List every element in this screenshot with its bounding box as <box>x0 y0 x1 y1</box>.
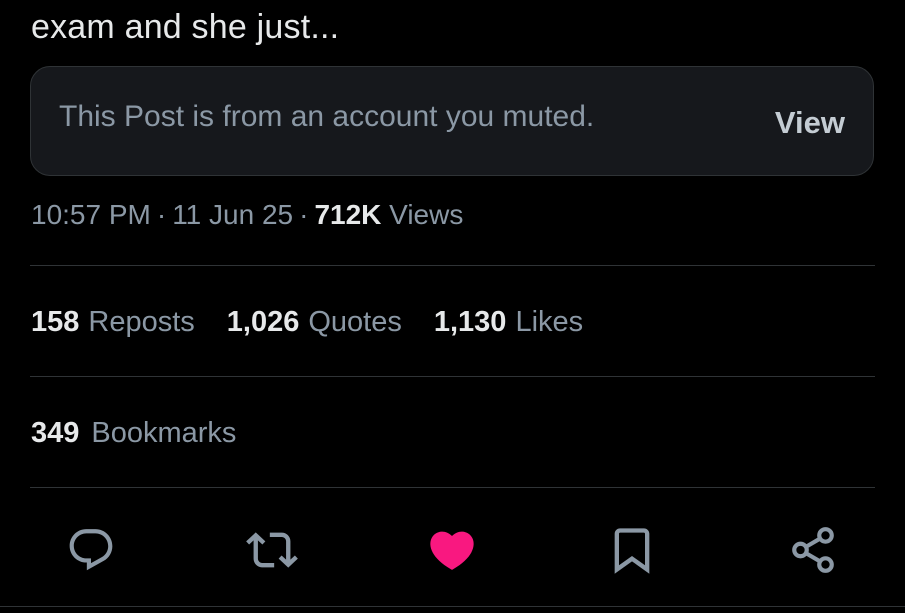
reply-button[interactable] <box>61 520 121 580</box>
quotes-label: Quotes <box>308 306 402 338</box>
post-date[interactable]: 11 Jun 25 <box>172 199 293 230</box>
bookmark-button[interactable] <box>602 520 662 580</box>
engagement-stats: 158 Reposts 1,026 Quotes 1,130 Likes <box>31 305 583 339</box>
likes-stat[interactable]: 1,130 Likes <box>434 305 583 339</box>
bookmarks-stat[interactable]: 349 Bookmarks <box>31 416 236 450</box>
post-detail: exam and she just... This Post is from a… <box>0 0 905 613</box>
post-time[interactable]: 10:57 PM <box>31 199 151 230</box>
likes-count: 1,130 <box>433 306 507 338</box>
divider <box>0 606 905 607</box>
action-bar <box>0 520 905 580</box>
quotes-count: 1,026 <box>226 306 300 338</box>
repost-button[interactable] <box>242 520 302 580</box>
view-button[interactable]: View <box>775 105 845 141</box>
divider <box>30 376 875 377</box>
muted-notice-card: This Post is from an account you muted. … <box>30 66 874 176</box>
meta-separator: · <box>299 199 309 230</box>
bookmarks-label: Bookmarks <box>91 417 237 449</box>
share-button[interactable] <box>783 520 843 580</box>
reposts-count: 158 <box>31 306 80 338</box>
likes-label: Likes <box>515 306 584 338</box>
share-icon <box>792 527 834 573</box>
repost-icon <box>246 532 298 568</box>
divider <box>30 265 875 266</box>
reply-icon <box>69 529 113 571</box>
bookmarks-count: 349 <box>31 417 80 449</box>
divider <box>30 487 875 488</box>
like-icon <box>430 531 474 570</box>
quotes-stat[interactable]: 1,026 Quotes <box>227 305 402 339</box>
bookmark-icon <box>614 528 650 574</box>
views-label: Views <box>389 199 464 230</box>
views-count: 712K <box>314 199 382 230</box>
reposts-label: Reposts <box>88 306 195 338</box>
like-button[interactable] <box>422 520 482 580</box>
meta-separator: · <box>156 199 167 230</box>
reposts-stat[interactable]: 158 Reposts <box>31 305 195 339</box>
muted-notice-text: This Post is from an account you muted. <box>59 100 595 133</box>
post-text: exam and she just... <box>31 8 340 46</box>
post-meta: 10:57 PM · 11 Jun 25 · 712K Views <box>31 198 463 232</box>
